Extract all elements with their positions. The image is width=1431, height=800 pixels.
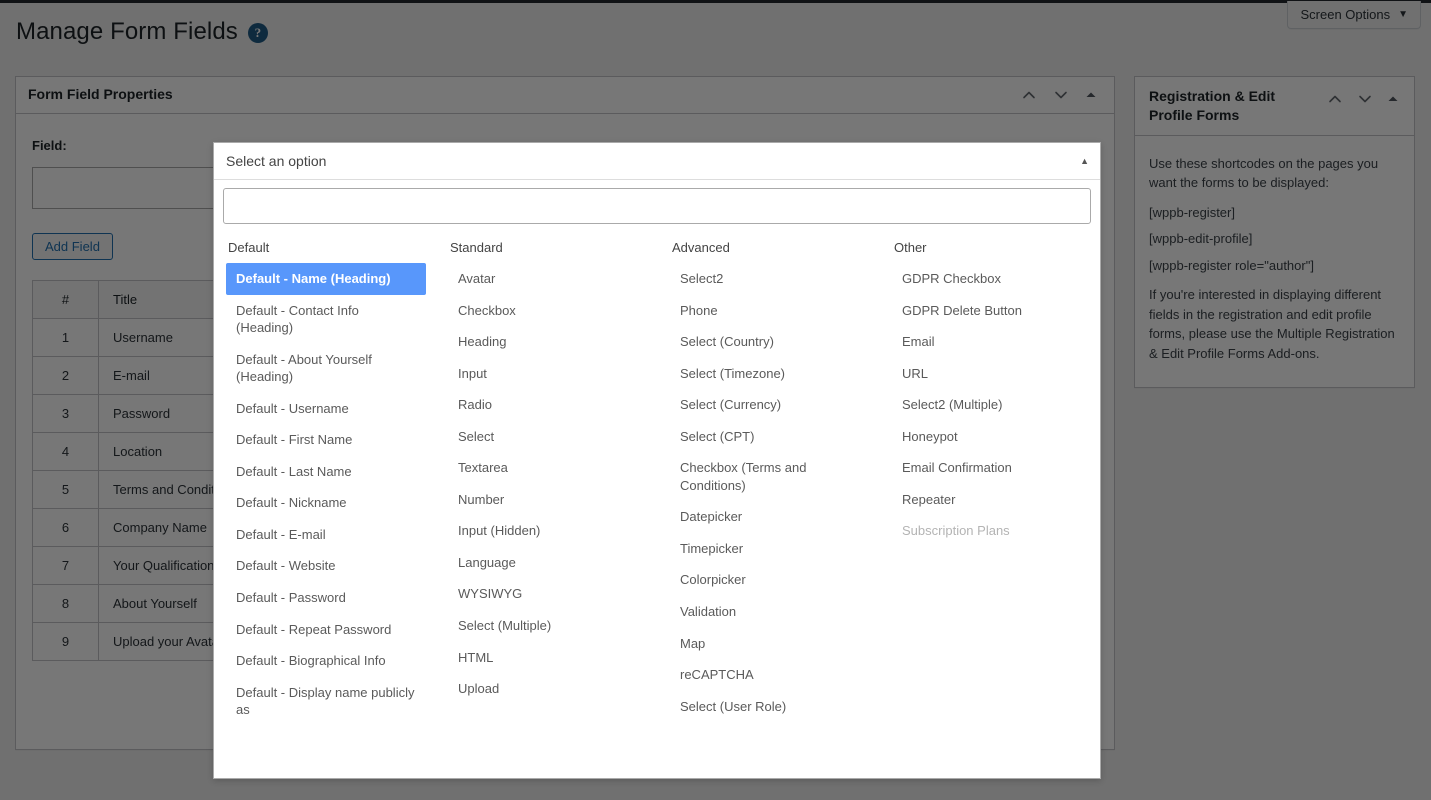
dropdown-option[interactable]: Colorpicker — [670, 564, 870, 596]
dropdown-option[interactable]: Select2 — [670, 263, 870, 295]
dropdown-option[interactable]: Textarea — [448, 452, 648, 484]
dropdown-option[interactable]: reCAPTCHA — [670, 659, 870, 691]
dropdown-option[interactable]: Default - Password — [226, 582, 426, 614]
dropdown-option[interactable]: Language — [448, 547, 648, 579]
dropdown-option[interactable]: Default - Biographical Info — [226, 645, 426, 677]
dropdown-option[interactable]: Default - Name (Heading) — [226, 263, 426, 295]
dropdown-option[interactable]: Upload — [448, 673, 648, 705]
dropdown-option[interactable]: Radio — [448, 389, 648, 421]
dropdown-option[interactable]: Default - Repeat Password — [226, 614, 426, 646]
dropdown-option[interactable]: Default - About Yourself (Heading) — [226, 344, 426, 393]
dropdown-option[interactable]: Select (User Role) — [670, 691, 870, 723]
field-type-dropdown: Select an option ▲ DefaultDefault - Name… — [213, 142, 1101, 779]
dropdown-option[interactable]: HTML — [448, 642, 648, 674]
dropdown-option[interactable]: Default - Website — [226, 550, 426, 582]
dropdown-column-advanced: AdvancedSelect2PhoneSelect (Country)Sele… — [658, 236, 880, 768]
dropdown-option[interactable]: Default - Username — [226, 393, 426, 425]
dropdown-option-columns: DefaultDefault - Name (Heading)Default -… — [214, 228, 1100, 778]
dropdown-option[interactable]: Input (Hidden) — [448, 515, 648, 547]
dropdown-option[interactable]: Input — [448, 358, 648, 390]
dropdown-column-title: Advanced — [670, 236, 870, 263]
dropdown-option[interactable]: GDPR Checkbox — [892, 263, 1092, 295]
dropdown-option[interactable]: Phone — [670, 295, 870, 327]
dropdown-option[interactable]: WYSIWYG — [448, 578, 648, 610]
dropdown-option[interactable]: URL — [892, 358, 1092, 390]
dropdown-option[interactable]: Default - First Name — [226, 424, 426, 456]
dropdown-option[interactable]: Honeypot — [892, 421, 1092, 453]
dropdown-option[interactable]: Email Confirmation — [892, 452, 1092, 484]
dropdown-option[interactable]: Default - Display name publicly as — [226, 677, 426, 726]
dropdown-option[interactable]: Timepicker — [670, 533, 870, 565]
dropdown-option[interactable]: Select2 (Multiple) — [892, 389, 1092, 421]
dropdown-option[interactable]: Select (Country) — [670, 326, 870, 358]
dropdown-column-title: Standard — [448, 236, 648, 263]
dropdown-header[interactable]: Select an option ▲ — [214, 143, 1100, 180]
dropdown-option[interactable]: Validation — [670, 596, 870, 628]
dropdown-option[interactable]: Email — [892, 326, 1092, 358]
dropdown-option[interactable]: Repeater — [892, 484, 1092, 516]
dropdown-option[interactable]: Checkbox (Terms and Conditions) — [670, 452, 870, 501]
dropdown-option[interactable]: Default - Last Name — [226, 456, 426, 488]
dropdown-option[interactable]: Select (Multiple) — [448, 610, 648, 642]
chevron-up-icon: ▲ — [1080, 157, 1089, 166]
dropdown-option[interactable]: Map — [670, 628, 870, 660]
dropdown-column-title: Other — [892, 236, 1092, 263]
dropdown-column-default: DefaultDefault - Name (Heading)Default -… — [214, 236, 436, 768]
dropdown-option[interactable]: Number — [448, 484, 648, 516]
dropdown-search-input[interactable] — [223, 188, 1091, 224]
dropdown-option[interactable]: Select (Currency) — [670, 389, 870, 421]
dropdown-option[interactable]: Avatar — [448, 263, 648, 295]
dropdown-option[interactable]: Default - Nickname — [226, 487, 426, 519]
dropdown-option[interactable]: Select — [448, 421, 648, 453]
dropdown-option: Subscription Plans — [892, 515, 1092, 547]
dropdown-option[interactable]: Select (Timezone) — [670, 358, 870, 390]
dropdown-option[interactable]: Checkbox — [448, 295, 648, 327]
dropdown-search-wrap — [214, 180, 1100, 228]
dropdown-column-title: Default — [226, 236, 426, 263]
dropdown-option[interactable]: Select (CPT) — [670, 421, 870, 453]
dropdown-option[interactable]: GDPR Delete Button — [892, 295, 1092, 327]
dropdown-selected-label: Select an option — [226, 153, 326, 169]
dropdown-option[interactable]: Default - Contact Info (Heading) — [226, 295, 426, 344]
dropdown-option[interactable]: Heading — [448, 326, 648, 358]
dropdown-option[interactable]: Default - E-mail — [226, 519, 426, 551]
dropdown-column-standard: StandardAvatarCheckboxHeadingInputRadioS… — [436, 236, 658, 768]
dropdown-option[interactable]: Datepicker — [670, 501, 870, 533]
dropdown-column-other: OtherGDPR CheckboxGDPR Delete ButtonEmai… — [880, 236, 1100, 768]
